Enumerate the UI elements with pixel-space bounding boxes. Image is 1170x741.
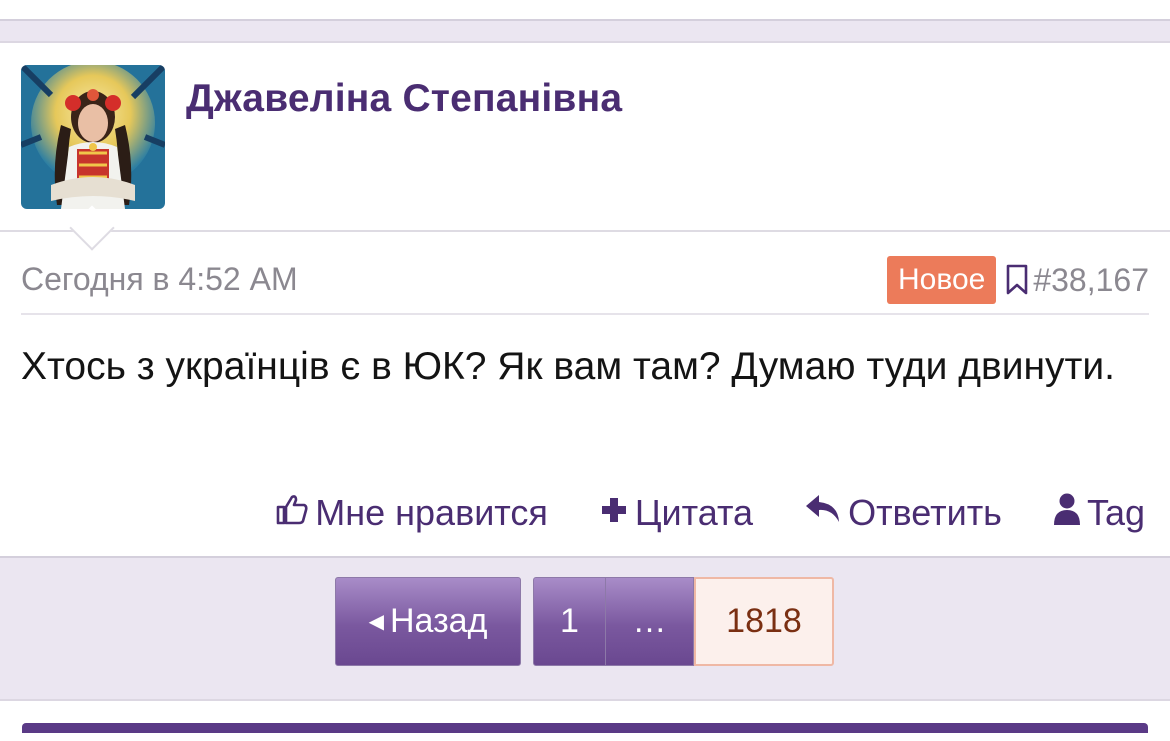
bookmark-icon[interactable] xyxy=(1005,264,1029,296)
prev-page-label: Назад xyxy=(389,602,488,640)
plus-icon xyxy=(599,492,635,534)
section-header-bar xyxy=(22,723,1148,733)
like-label: Мне нравится xyxy=(315,492,548,533)
tag-button[interactable]: Tag xyxy=(1053,492,1145,535)
like-button[interactable]: Мне нравится xyxy=(275,492,548,535)
prev-page-button[interactable]: ◀ Назад xyxy=(335,577,521,666)
post-number[interactable]: #38,167 xyxy=(1033,262,1149,299)
reply-icon xyxy=(804,492,848,534)
reply-button[interactable]: Ответить xyxy=(804,492,1002,534)
pagination: ◀ Назад 1 … 1818 xyxy=(335,577,834,666)
next-section-card xyxy=(0,699,1170,741)
post-username[interactable]: Джавеліна Степанівна xyxy=(186,77,622,121)
avatar[interactable] xyxy=(21,65,165,209)
reply-label: Ответить xyxy=(848,492,1002,533)
post-message: Хтось з українців є в ЮК? Як вам там? Ду… xyxy=(21,345,1116,388)
post-meta-right: Новое #38,167 xyxy=(887,256,1149,304)
page-1-button[interactable]: 1 xyxy=(533,577,606,666)
tag-label: Tag xyxy=(1086,492,1145,533)
quote-button[interactable]: Цитата xyxy=(599,492,753,534)
new-badge: Новое xyxy=(887,256,997,304)
post-card: Джавеліна Степанівна Сегодня в 4:52 AM Н… xyxy=(0,41,1170,558)
previous-post-card xyxy=(0,0,1170,21)
page-jump-button[interactable]: … xyxy=(606,577,694,666)
caret-left-icon: ◀ xyxy=(368,611,384,633)
user-icon xyxy=(1053,492,1087,535)
current-page: 1818 xyxy=(694,577,834,666)
post-date[interactable]: Сегодня в 4:52 AM xyxy=(21,261,298,298)
post-actions: Мне нравится Цитата Ответить Tag xyxy=(275,488,1145,538)
quote-label: Цитата xyxy=(634,492,754,533)
post-meta: Сегодня в 4:52 AM Новое #38,167 xyxy=(21,247,1149,315)
post-user-header: Джавеліна Степанівна xyxy=(0,43,1170,232)
thumbs-up-icon xyxy=(275,492,315,535)
